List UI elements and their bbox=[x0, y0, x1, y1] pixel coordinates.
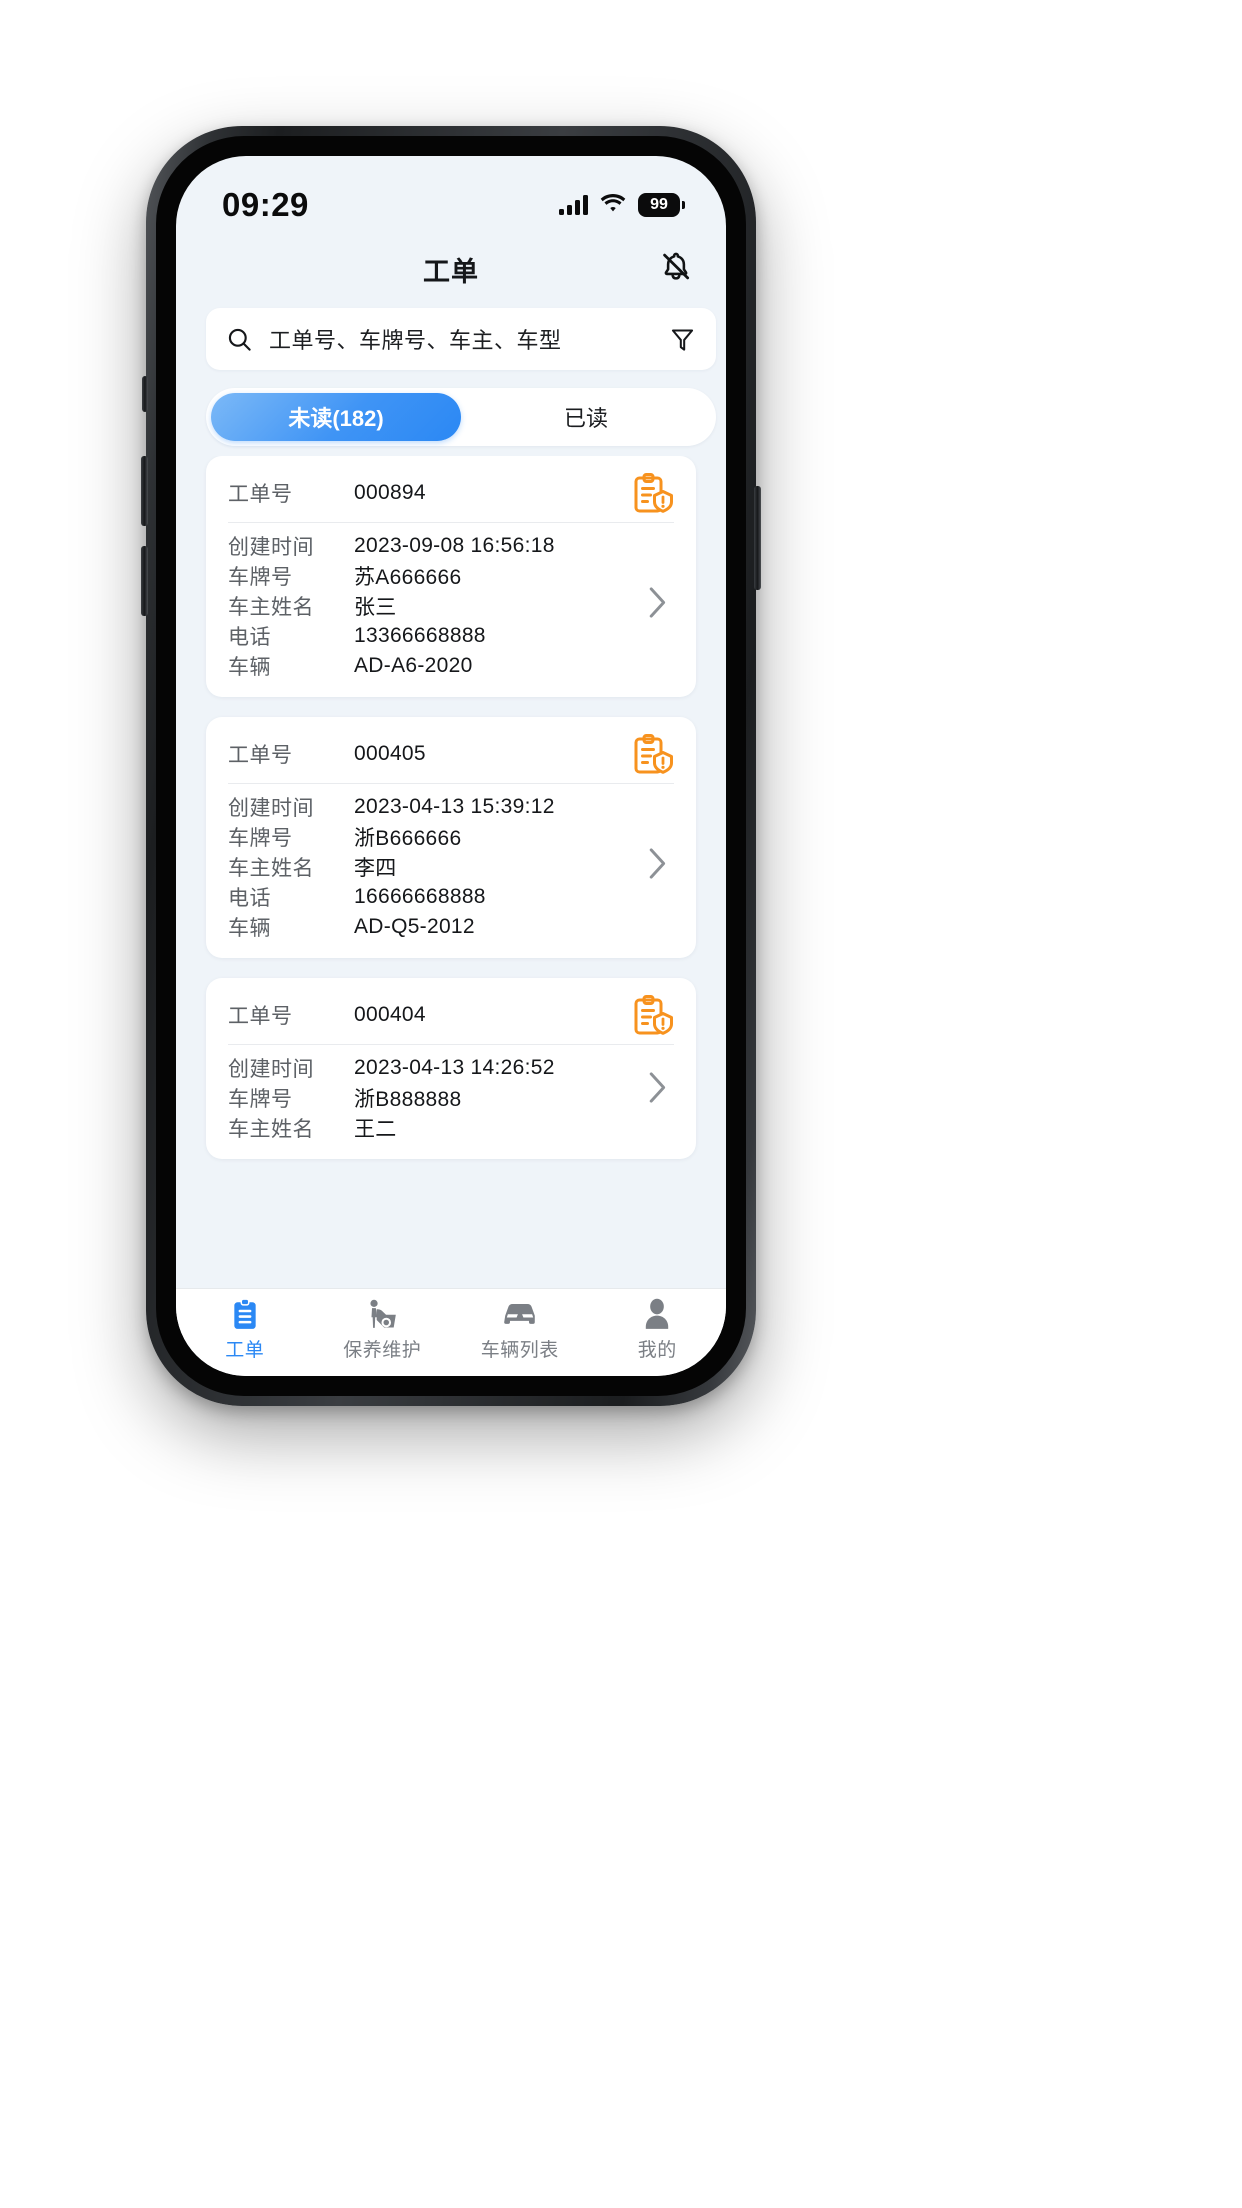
power-button[interactable] bbox=[754, 486, 761, 590]
work-order-alert-icon bbox=[632, 994, 674, 1043]
nav-label-profile: 我的 bbox=[637, 1340, 677, 1361]
field-value-plate-no: 浙B888888 bbox=[354, 1088, 462, 1111]
field-value-phone: 16666668888 bbox=[354, 885, 486, 908]
car-icon bbox=[501, 1297, 539, 1331]
field-value-vehicle: AD-A6-2020 bbox=[354, 654, 473, 677]
field-label-owner-name: 车主姓名 bbox=[228, 596, 314, 619]
search-icon bbox=[226, 326, 253, 353]
card-divider bbox=[228, 522, 674, 523]
phone-device: 09:29 99 工单 工单号、车牌号、车主、车型 未读(182) 已读 工单号… bbox=[141, 126, 761, 1406]
field-value-plate-no: 苏A666666 bbox=[354, 566, 462, 589]
nav-label-work-orders: 工单 bbox=[225, 1340, 265, 1361]
field-label-plate-no: 车牌号 bbox=[228, 1088, 293, 1111]
status-indicators: 99 bbox=[559, 193, 685, 218]
field-value-order-no: 000405 bbox=[354, 742, 426, 765]
field-label-phone: 电话 bbox=[228, 626, 271, 649]
field-label-plate-no: 车牌号 bbox=[228, 566, 293, 589]
table-row[interactable]: 工单号 000405 创建时间 2023-04-13 15:39:12 车牌号 … bbox=[206, 717, 696, 958]
work-order-alert-icon bbox=[632, 472, 674, 521]
field-value-created-at: 2023-09-08 16:56:18 bbox=[354, 534, 555, 557]
app-header: 工单 bbox=[176, 238, 726, 300]
field-value-owner-name: 王二 bbox=[354, 1118, 397, 1141]
page-title: 工单 bbox=[423, 256, 479, 287]
field-value-owner-name: 张三 bbox=[354, 596, 397, 619]
mute-switch[interactable] bbox=[142, 376, 148, 412]
tab-unread[interactable]: 未读(182) bbox=[211, 393, 461, 441]
read-status-tabs[interactable]: 未读(182) 已读 bbox=[206, 388, 716, 446]
chevron-right-icon[interactable] bbox=[646, 586, 670, 625]
table-row[interactable]: 工单号 000894 创建时间 2023-09-08 16:56:18 车牌号 … bbox=[206, 456, 696, 697]
bell-off-icon bbox=[659, 250, 693, 289]
phone-screen: 09:29 99 工单 工单号、车牌号、车主、车型 未读(182) 已读 工单号… bbox=[176, 156, 726, 1376]
clipboard-icon bbox=[230, 1297, 260, 1331]
field-label-plate-no: 车牌号 bbox=[228, 827, 293, 850]
mechanic-icon bbox=[365, 1297, 399, 1331]
device-bezel: 09:29 99 工单 工单号、车牌号、车主、车型 未读(182) 已读 工单号… bbox=[156, 136, 746, 1396]
field-value-plate-no: 浙B666666 bbox=[354, 827, 462, 850]
field-value-created-at: 2023-04-13 14:26:52 bbox=[354, 1056, 555, 1079]
volume-down-button[interactable] bbox=[141, 546, 148, 616]
chevron-right-icon[interactable] bbox=[646, 847, 670, 886]
field-label-created-at: 创建时间 bbox=[228, 1058, 314, 1081]
card-divider bbox=[228, 1044, 674, 1045]
battery-level: 99 bbox=[650, 196, 668, 213]
field-label-order-no: 工单号 bbox=[228, 483, 293, 506]
field-label-phone: 电话 bbox=[228, 887, 271, 910]
search-input[interactable]: 工单号、车牌号、车主、车型 bbox=[269, 323, 669, 355]
field-label-owner-name: 车主姓名 bbox=[228, 857, 314, 880]
card-divider bbox=[228, 783, 674, 784]
nav-item-maintenance[interactable]: 保养维护 bbox=[314, 1297, 452, 1362]
field-value-owner-name: 李四 bbox=[354, 857, 397, 880]
field-value-phone: 13366668888 bbox=[354, 624, 486, 647]
cellular-bars-icon bbox=[559, 195, 588, 215]
battery-icon: 99 bbox=[638, 193, 685, 217]
field-label-order-no: 工单号 bbox=[228, 1005, 293, 1028]
field-value-created-at: 2023-04-13 15:39:12 bbox=[354, 795, 555, 818]
nav-item-vehicle-list[interactable]: 车辆列表 bbox=[451, 1297, 589, 1362]
work-order-alert-icon bbox=[632, 733, 674, 782]
wifi-icon bbox=[600, 193, 626, 218]
field-label-created-at: 创建时间 bbox=[228, 797, 314, 820]
table-row[interactable]: 工单号 000404 创建时间 2023-04-13 14:26:52 车牌号 … bbox=[206, 978, 696, 1159]
user-icon bbox=[642, 1297, 672, 1331]
field-label-vehicle: 车辆 bbox=[228, 917, 271, 940]
nav-label-vehicle-list: 车辆列表 bbox=[480, 1340, 559, 1361]
volume-up-button[interactable] bbox=[141, 456, 148, 526]
field-label-vehicle: 车辆 bbox=[228, 656, 271, 679]
field-label-created-at: 创建时间 bbox=[228, 536, 314, 559]
filter-icon[interactable] bbox=[669, 326, 696, 353]
field-label-owner-name: 车主姓名 bbox=[228, 1118, 314, 1141]
search-bar[interactable]: 工单号、车牌号、车主、车型 bbox=[206, 308, 716, 370]
tab-read[interactable]: 已读 bbox=[461, 393, 711, 441]
field-value-order-no: 000404 bbox=[354, 1003, 426, 1026]
work-order-list[interactable]: 工单号 000894 创建时间 2023-09-08 16:56:18 车牌号 … bbox=[176, 456, 726, 1288]
chevron-right-icon[interactable] bbox=[646, 1071, 670, 1110]
status-bar: 09:29 99 bbox=[176, 156, 726, 238]
bottom-navigation[interactable]: 工单 保养维护 车辆列表 我的 bbox=[176, 1288, 726, 1376]
notification-button[interactable] bbox=[656, 249, 696, 289]
field-value-order-no: 000894 bbox=[354, 481, 426, 504]
nav-item-work-orders[interactable]: 工单 bbox=[176, 1297, 314, 1362]
field-label-order-no: 工单号 bbox=[228, 744, 293, 767]
nav-item-profile[interactable]: 我的 bbox=[589, 1297, 727, 1362]
field-value-vehicle: AD-Q5-2012 bbox=[354, 915, 475, 938]
status-clock: 09:29 bbox=[222, 186, 309, 223]
nav-label-maintenance: 保养维护 bbox=[343, 1340, 422, 1361]
